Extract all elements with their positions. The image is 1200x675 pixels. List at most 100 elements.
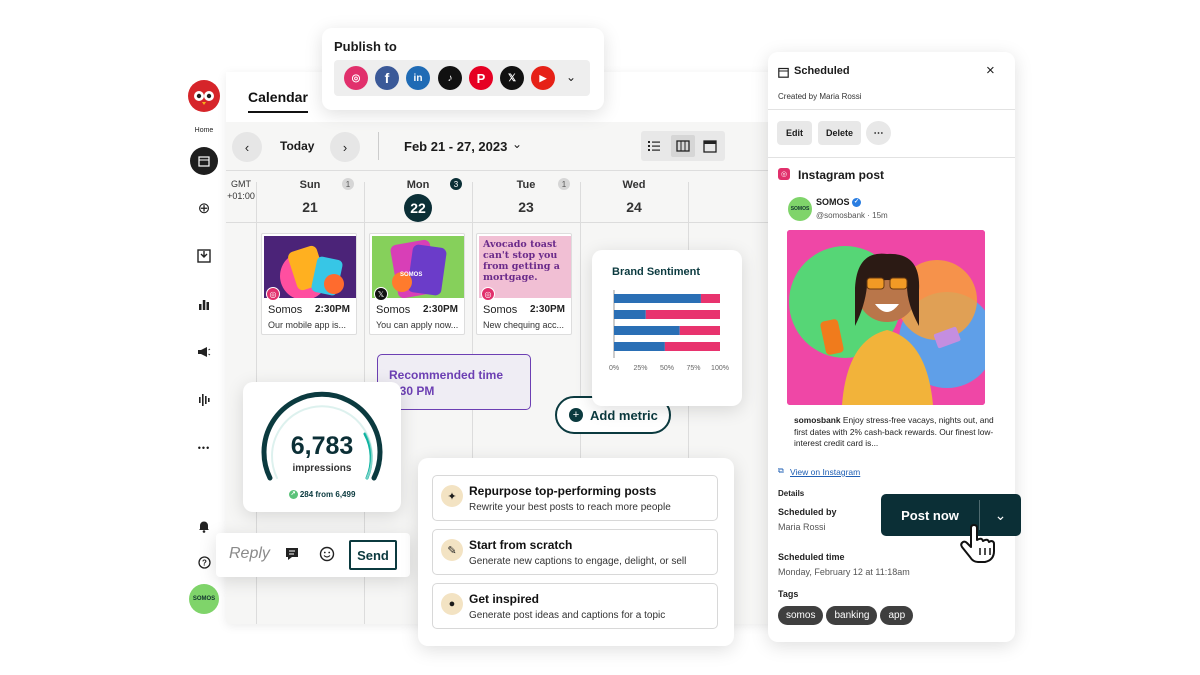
advertise-nav-button[interactable] <box>182 338 226 366</box>
comment-icon[interactable] <box>284 546 300 567</box>
facebook-icon[interactable]: f <box>375 66 399 90</box>
more-nav-button[interactable]: ••• <box>182 434 226 462</box>
week-view-button[interactable] <box>671 135 695 157</box>
impressions-delta-text: 284 from 6,499 <box>299 490 356 499</box>
post-status: Scheduled <box>794 65 850 77</box>
columns-icon <box>676 140 690 152</box>
tag-chip[interactable]: app <box>880 606 914 625</box>
post-time: 2:30PM <box>314 304 350 315</box>
current-day-number[interactable]: 22 <box>404 194 432 222</box>
bulb-icon: ● <box>441 593 463 615</box>
pencil-icon: ✎ <box>441 539 463 561</box>
list-view-button[interactable] <box>647 139 661 153</box>
emoji-icon[interactable] <box>319 546 335 567</box>
inbox-nav-button[interactable] <box>182 242 226 270</box>
view-on-instagram-link[interactable]: View on Instagram <box>790 467 860 477</box>
scheduled-post-card[interactable]: SOMOS 𝕏 Somos 2:30PM You can apply now..… <box>369 233 465 335</box>
instagram-icon[interactable]: ◎ <box>344 66 368 90</box>
ai-option-subtitle: Generate post ideas and captions for a t… <box>469 610 666 621</box>
days-divider <box>226 222 791 223</box>
month-view-button[interactable] <box>703 139 717 153</box>
ai-option-repurpose[interactable]: ✦ Repurpose top-performing posts Rewrite… <box>432 475 718 521</box>
day-number[interactable]: 21 <box>256 199 364 215</box>
x-tick-label: 50% <box>660 365 674 372</box>
calendar-nav-button[interactable] <box>190 147 218 175</box>
compose-nav-button[interactable]: ⊕ <box>182 194 226 222</box>
timezone-label: GMT +01:00 <box>227 179 255 201</box>
external-link-icon: ⧉ <box>778 466 784 475</box>
impressions-delta: ↗ 284 from 6,499 <box>243 490 401 500</box>
divider <box>768 157 1015 158</box>
ai-option-inspired[interactable]: ● Get inspired Generate post ideas and c… <box>432 583 718 629</box>
ai-option-title: Get inspired <box>469 592 540 606</box>
day-number[interactable]: 24 <box>580 199 688 215</box>
hand-cursor-icon <box>957 524 1001 569</box>
next-week-button[interactable]: › <box>330 132 360 162</box>
chevron-down-icon[interactable]: ⌄ <box>512 137 522 151</box>
tag-list: somos banking app <box>778 605 916 625</box>
recommended-label: Recommended time <box>389 368 504 382</box>
post-text: Our mobile app is... <box>268 320 347 330</box>
trend-up-icon: ↗ <box>288 490 298 500</box>
account-handle: @somosbank · 15m <box>816 211 888 220</box>
day-count-badge: 1 <box>558 178 570 190</box>
sentiment-bar-segment <box>645 310 720 319</box>
divider <box>768 109 1015 110</box>
listening-nav-button[interactable] <box>182 386 226 414</box>
post-time: 2:30PM <box>529 304 565 315</box>
sentiment-bar-segment <box>679 326 720 335</box>
created-by: Created by Maria Rossi <box>778 92 862 101</box>
pinterest-icon[interactable]: P <box>469 66 493 90</box>
plus-circle-icon: ⊕ <box>197 200 211 217</box>
x-tick-label: 75% <box>686 365 700 372</box>
post-account: Somos <box>376 304 411 316</box>
calendar-icon <box>778 65 789 83</box>
add-metric-label: Add metric <box>590 407 658 423</box>
sentiment-bar-segment <box>700 294 720 303</box>
close-icon[interactable]: × <box>986 62 995 79</box>
sparkle-icon: ✦ <box>441 485 463 507</box>
day-name: Wed <box>622 179 646 191</box>
impressions-label: impressions <box>292 463 352 474</box>
account-avatar[interactable]: SOMOS <box>189 584 219 614</box>
tag-chip[interactable]: somos <box>778 606 824 625</box>
date-range[interactable]: Feb 21 - 27, 2023 <box>404 139 507 154</box>
post-headline: Avocado toast can't stop you from gettin… <box>483 239 560 283</box>
view-switcher <box>641 131 725 161</box>
post-brand-text: SOMOS <box>400 272 423 278</box>
x-icon[interactable]: 𝕏 <box>500 66 524 90</box>
tag-chip[interactable]: banking <box>826 606 878 625</box>
owl-logo[interactable] <box>188 80 220 112</box>
prev-week-button[interactable]: ‹ <box>232 132 262 162</box>
day-count-badge: 3 <box>450 178 462 190</box>
post-image[interactable] <box>787 230 985 405</box>
analytics-nav-button[interactable] <box>182 290 226 318</box>
calendar-tab[interactable]: Calendar <box>248 89 308 113</box>
chevron-down-icon[interactable]: ⌄ <box>566 70 576 84</box>
more-options-button[interactable]: ⋯ <box>866 121 891 145</box>
calendar-icon <box>703 140 717 153</box>
chevron-right-icon: › <box>342 139 348 155</box>
megaphone-icon <box>198 347 211 357</box>
x-tick-label: 100% <box>711 365 729 372</box>
tiktok-icon[interactable]: ♪ <box>438 66 462 90</box>
delete-button[interactable]: Delete <box>818 121 861 145</box>
youtube-icon[interactable]: ▶ <box>531 66 555 90</box>
send-button[interactable]: Send <box>349 540 397 570</box>
sentiment-bar-segment <box>614 342 665 351</box>
post-account: Somos <box>268 304 303 316</box>
x-tick-label: 0% <box>609 365 619 372</box>
ai-option-scratch[interactable]: ✎ Start from scratch Generate new captio… <box>432 529 718 575</box>
scheduled-post-card[interactable]: ◎ Somos 2:30PM Our mobile app is... <box>261 233 357 335</box>
post-caption: somosbank Enjoy stress-free vacays, nigh… <box>794 415 994 448</box>
day-number[interactable]: 23 <box>472 199 580 215</box>
sentiment-bar-segment <box>614 310 646 319</box>
linkedin-icon[interactable]: in <box>406 66 430 90</box>
reply-input[interactable]: Reply <box>229 545 270 563</box>
brand-sentiment-card: Brand Sentiment 0% 25% 50% 75% 100% <box>592 250 742 406</box>
edit-button[interactable]: Edit <box>777 121 812 145</box>
home-label[interactable]: Home <box>182 127 226 134</box>
today-button[interactable]: Today <box>280 139 314 153</box>
scheduled-post-card[interactable]: Avocado toast can't stop you from gettin… <box>476 233 572 335</box>
scheduled-time-value: Monday, February 12 at 11:18am <box>778 567 910 577</box>
